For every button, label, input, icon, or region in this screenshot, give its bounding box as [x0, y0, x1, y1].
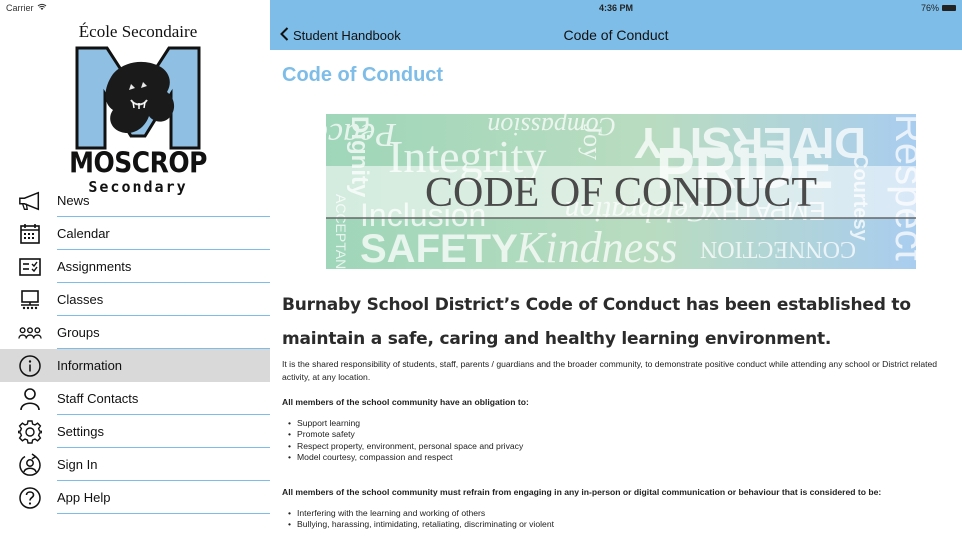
- battery-percent: 76%: [920, 3, 939, 13]
- sidebar-item-label: Classes: [57, 292, 104, 307]
- sign-in-icon: [18, 452, 42, 477]
- status-time: 4:36 PM: [598, 3, 633, 13]
- sidebar-item-label: Groups: [57, 325, 100, 340]
- sidebar-item-label: Sign In: [57, 457, 98, 472]
- list-item: Interfering with the learning and workin…: [288, 508, 948, 520]
- banner-word: Joy: [578, 124, 607, 160]
- assignments-icon: [18, 255, 42, 279]
- status-carrier: Carrier: [6, 3, 47, 13]
- obligation-heading: All members of the school community have…: [282, 397, 529, 407]
- refrain-list: Interfering with the learning and workin…: [288, 508, 948, 531]
- sidebar-item-settings[interactable]: Settings: [0, 415, 270, 448]
- banner-word: Peace: [326, 116, 397, 153]
- battery-icon: [942, 5, 956, 11]
- sidebar-item-label: Information: [57, 358, 123, 373]
- sidebar-item-label: Staff Contacts: [57, 391, 139, 406]
- classes-icon: [18, 288, 42, 312]
- banner-word: Kindness: [515, 223, 677, 269]
- sidebar-item-staff-contacts[interactable]: Staff Contacts: [0, 382, 270, 415]
- banner-word: CONNECTION: [700, 236, 856, 262]
- sidebar-item-app-help[interactable]: App Help: [0, 481, 270, 514]
- sidebar-item-news[interactable]: News: [0, 184, 270, 217]
- nav-title: Code of Conduct: [563, 27, 669, 43]
- help-icon: [18, 486, 42, 510]
- sidebar-item-groups[interactable]: Groups: [0, 316, 270, 349]
- megaphone-icon: [18, 189, 42, 213]
- list-item: Bullying, harassing, intimidating, retal…: [288, 519, 948, 531]
- list-item: Respect property, environment, personal …: [288, 441, 948, 453]
- sidebar-item-label: App Help: [57, 490, 111, 505]
- logo-brand: MOSCROP: [69, 145, 207, 180]
- sidebar: Carrier École Secondaire MOSCROP Seconda…: [0, 0, 270, 541]
- lead-statement: Burnaby School District’s Code of Conduc…: [282, 295, 911, 349]
- refrain-heading: All members of the school community must…: [282, 487, 882, 497]
- divider: [57, 513, 270, 514]
- word-cloud-graphic: ACCEPTANCE Dignity Peace Compassion DIVE…: [326, 114, 916, 269]
- list-item: Promote safety: [288, 429, 948, 441]
- intro-paragraph: It is the shared responsibility of stude…: [282, 359, 938, 382]
- sidebar-item-label: Assignments: [57, 259, 132, 274]
- sidebar-item-calendar[interactable]: Calendar: [0, 217, 270, 250]
- list-item: Support learning: [288, 418, 948, 430]
- person-icon: [18, 387, 42, 411]
- info-icon: [18, 354, 42, 378]
- main-content: 4:36 PM 76% Student Handbook Code of Con…: [270, 0, 962, 541]
- gear-icon: [18, 419, 42, 444]
- sidebar-menu: News Calendar Assignments Classes Groups…: [0, 184, 270, 514]
- sidebar-item-assignments[interactable]: Assignments: [0, 250, 270, 283]
- logo-title: École Secondaire: [78, 22, 198, 41]
- panther-m-logo-icon: [75, 46, 201, 150]
- banner-word: SAFETY: [360, 227, 518, 269]
- banner-title: CODE OF CONDUCT: [425, 170, 817, 216]
- sidebar-item-label: Calendar: [57, 226, 110, 241]
- code-of-conduct-banner: ACCEPTANCE Dignity Peace Compassion DIVE…: [326, 114, 916, 269]
- page-title: Code of Conduct: [282, 64, 444, 86]
- sidebar-item-information[interactable]: Information: [0, 349, 270, 382]
- obligation-list: Support learning Promote safety Respect …: [288, 418, 948, 463]
- wifi-icon: [37, 3, 47, 13]
- sidebar-item-label: Settings: [57, 424, 104, 439]
- sidebar-item-sign-in[interactable]: Sign In: [0, 448, 270, 481]
- school-logo: École Secondaire MOSCROP Secondary: [68, 22, 208, 196]
- sidebar-item-classes[interactable]: Classes: [0, 283, 270, 316]
- groups-icon: [18, 321, 42, 345]
- carrier-label: Carrier: [6, 3, 34, 13]
- sidebar-item-label: News: [57, 193, 90, 208]
- navigation-bar: 4:36 PM 76% Student Handbook Code of Con…: [270, 0, 962, 50]
- list-item: Model courtesy, compassion and respect: [288, 452, 948, 464]
- battery-indicator: 76%: [921, 3, 956, 13]
- calendar-icon: [18, 222, 42, 246]
